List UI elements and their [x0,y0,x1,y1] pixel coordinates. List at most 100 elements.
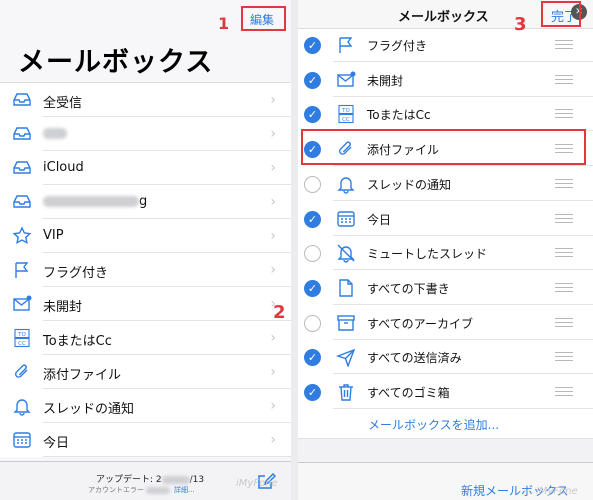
checked-circle-icon[interactable]: ✓ [304,37,321,54]
editable-mailbox-row[interactable]: ✓ すべての下書き [298,271,593,305]
mailbox-label: すべての下書き [367,281,450,296]
add-mailbox-link[interactable]: メールボックスを追加... [368,416,499,433]
checked-circle-icon[interactable]: ✓ [304,349,321,367]
svg-text:TO: TO [341,108,350,114]
unchecked-circle-icon[interactable]: ✓ [304,175,321,193]
drag-handle-icon[interactable] [555,317,573,328]
panel-divider [291,0,298,500]
bell-icon [336,174,356,194]
mailbox-label: ミュートしたスレッド [367,247,488,262]
inbox-icon [12,90,32,110]
mailbox-label: ToまたはCc [43,334,112,349]
svg-text:CC: CC [342,117,350,123]
checked-circle-icon[interactable]: ✓ [304,106,321,124]
account-error-status: アカウントエラー 詳細... [88,486,195,494]
checked-circle-icon[interactable]: ✓ [304,71,321,89]
mailbox-label: 全受信 [43,96,83,111]
done-highlight-box [541,1,581,27]
mailbox-label: すべてのゴミ箱 [367,386,450,400]
mailbox-label: すべてのアーカイブ [367,316,473,331]
mailbox-label: 未開封 [367,73,404,88]
editable-mailbox-row[interactable]: ✓ すべての送信済み [298,340,593,375]
chevron-right-icon: › [270,432,276,448]
editable-mailbox-row[interactable]: ✓ フラグ付き [298,28,593,62]
mailbox-row[interactable]: 今日 › [0,423,291,457]
bell-icon [12,396,32,416]
drag-handle-icon[interactable] [555,213,573,224]
mailbox-label: 今日 [43,436,70,451]
trash-icon [336,382,356,402]
drag-handle-icon[interactable] [555,282,573,293]
edit-mailbox-panel: メールボックス 完了 ✕ ✓ フラグ付き ✓ 未開封 ✓ TO CC ToまたはCc ✓ 添付ファ… [298,0,593,500]
editable-mailbox-row[interactable]: ✓ ミュートしたスレッド [298,236,593,271]
chevron-right-icon: › [270,126,276,142]
unchecked-circle-icon[interactable]: ✓ [304,245,321,263]
edit-button[interactable]: 編集 [250,11,274,28]
to-cc-icon: TO CC [336,104,356,124]
mailbox-row[interactable]: 添付ファイル › [0,355,291,389]
inbox-icon [12,124,32,144]
checked-circle-icon[interactable]: ✓ [304,210,321,228]
editable-mailbox-row[interactable]: ✓ すべてのアーカイブ [298,306,593,340]
chevron-right-icon: › [270,262,276,278]
drag-handle-icon[interactable] [555,40,573,50]
mailbox-label: スレッドの通知 [43,402,135,417]
editable-mailbox-row[interactable]: ✓ 未開封 [298,63,593,97]
mailbox-label: iCloud [43,160,84,175]
unchecked-circle-icon[interactable]: ✓ [304,314,321,332]
mailbox-row[interactable]: › [0,117,291,151]
mailbox-row[interactable]: g › [0,185,291,219]
mailbox-row[interactable]: 全受信 › [0,83,291,117]
mailbox-label: すべての送信済み [367,351,462,366]
attachments-highlight-box [301,129,586,165]
archive-box-icon [336,313,356,333]
calendar-icon [336,209,356,229]
chevron-right-icon: › [270,330,276,346]
to-cc-icon: TO CC [12,328,32,348]
chevron-right-icon: › [270,92,276,108]
checked-circle-icon[interactable]: ✓ [304,384,321,401]
mailbox-label: スレッドの通知 [367,177,452,192]
checked-circle-icon[interactable]: ✓ [304,279,321,297]
mailbox-label: 今日 [367,212,392,227]
chevron-right-icon: › [270,398,276,414]
drag-handle-icon[interactable] [555,74,573,85]
mailbox-row[interactable]: VIP › [0,219,291,253]
mailbox-label [43,126,67,141]
mailbox-row[interactable]: スレッドの通知 › [0,389,291,423]
paperclip-icon [12,362,32,382]
drag-handle-icon[interactable] [555,352,573,362]
drag-handle-icon[interactable] [555,178,573,189]
flag-icon [12,260,32,280]
details-link[interactable]: 詳細... [174,486,195,494]
editable-mailbox-row[interactable]: ✓ TO CC ToまたはCc [298,97,593,132]
chevron-right-icon: › [270,194,276,210]
mailbox-row[interactable]: 未開封 › [0,287,291,321]
annotation-step-3: 3 [514,14,527,35]
mailbox-label: VIP [43,228,64,243]
mailbox-label: ToまたはCc [367,108,431,123]
mailbox-list-panel: メールボックス 全受信 › › iCloud › g › VIP › フラグ付き › 未開封 › TO CC… [0,0,291,500]
editable-mailbox-row[interactable]: ✓ スレッドの通知 [298,167,593,201]
nav-title: メールボックス [398,10,489,25]
annotation-step-2: 2 [273,302,286,323]
drag-handle-icon[interactable] [555,387,573,397]
mailbox-row[interactable]: TO CC ToまたはCc › [0,321,291,355]
star-icon [12,226,32,246]
inbox-icon [12,158,32,178]
document-icon [336,278,356,298]
mailbox-row[interactable]: iCloud › [0,151,291,185]
section-gap [298,438,593,463]
drag-handle-icon[interactable] [555,109,573,119]
mailbox-row[interactable]: フラグ付き › [0,253,291,287]
annotation-step-1: 1 [218,14,230,33]
svg-text:CC: CC [18,341,26,347]
editable-mailbox-row[interactable]: ✓ 今日 [298,202,593,236]
chevron-right-icon: › [270,160,276,176]
drag-handle-icon[interactable] [555,248,573,258]
editable-mailbox-row[interactable]: ✓ すべてのゴミ箱 [298,375,593,409]
watermark: iMyFone [536,486,578,497]
mailbox-label: g [43,194,147,209]
page-title: メールボックス [18,47,214,78]
chevron-right-icon: › [270,364,276,380]
